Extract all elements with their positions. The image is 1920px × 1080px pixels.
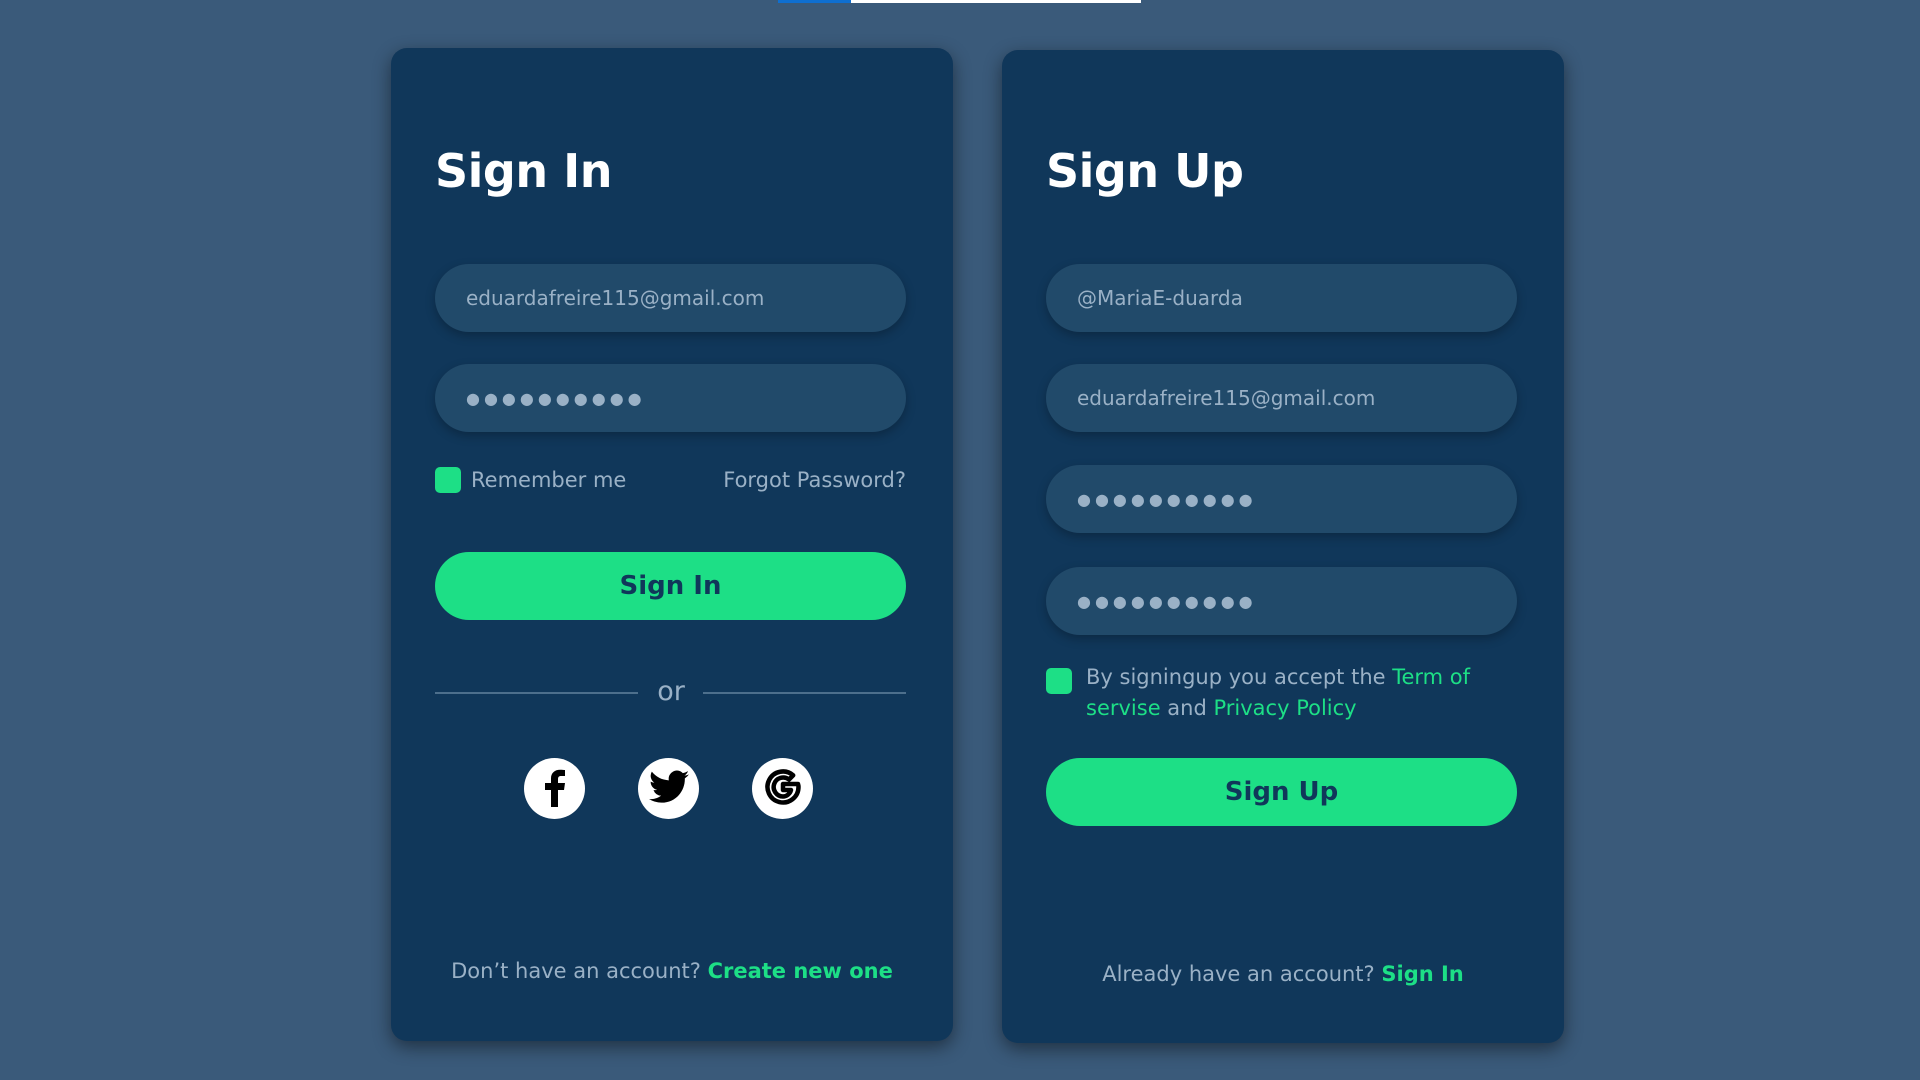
signup-email-field[interactable]: eduardafreire115@gmail.com	[1046, 364, 1517, 432]
top-progress-bar	[778, 0, 1141, 3]
terms-prefix: By signingup you accept the	[1086, 665, 1393, 689]
signin-email-field[interactable]: eduardafreire115@gmail.com	[435, 264, 906, 332]
privacy-policy-link[interactable]: Privacy Policy	[1213, 696, 1356, 720]
divider-right	[703, 692, 906, 694]
signin-footer: Don’t have an account? Create new one	[391, 959, 953, 983]
divider-or-text: or	[657, 676, 685, 707]
facebook-login-button[interactable]	[524, 758, 585, 819]
remember-me-checkbox[interactable]	[435, 467, 461, 493]
google-icon	[764, 768, 802, 810]
signin-password-field[interactable]: ●●●●●●●●●●	[435, 364, 906, 432]
twitter-login-button[interactable]	[638, 758, 699, 819]
facebook-icon	[535, 767, 575, 811]
divider-left	[435, 692, 638, 694]
signin-footer-text: Don’t have an account?	[451, 959, 708, 983]
accept-terms-checkbox[interactable]	[1046, 668, 1072, 694]
signup-footer: Already have an account? Sign In	[1002, 962, 1564, 986]
signup-button[interactable]: Sign Up	[1046, 758, 1517, 826]
remember-me-label: Remember me	[471, 468, 627, 492]
signin-button[interactable]: Sign In	[435, 552, 906, 620]
forgot-password-link[interactable]: Forgot Password?	[723, 468, 906, 492]
create-account-link[interactable]: Create new one	[708, 959, 893, 983]
twitter-icon	[648, 770, 689, 808]
signup-card: Sign Up @MariaE-duarda eduardafreire115@…	[1002, 50, 1564, 1043]
signup-title: Sign Up	[1046, 144, 1244, 198]
google-login-button[interactable]	[752, 758, 813, 819]
terms-text: By signingup you accept the Term of serv…	[1086, 662, 1506, 724]
signin-card: Sign In eduardafreire115@gmail.com ●●●●●…	[391, 48, 953, 1041]
signup-footer-text: Already have an account?	[1102, 962, 1382, 986]
signin-link[interactable]: Sign In	[1381, 962, 1463, 986]
signin-title: Sign In	[435, 144, 612, 198]
terms-middle: and	[1160, 696, 1214, 720]
signup-password-field[interactable]: ●●●●●●●●●●	[1046, 465, 1517, 533]
signup-confirm-password-field[interactable]: ●●●●●●●●●●	[1046, 567, 1517, 635]
top-progress-accent	[778, 0, 851, 3]
signup-username-field[interactable]: @MariaE-duarda	[1046, 264, 1517, 332]
